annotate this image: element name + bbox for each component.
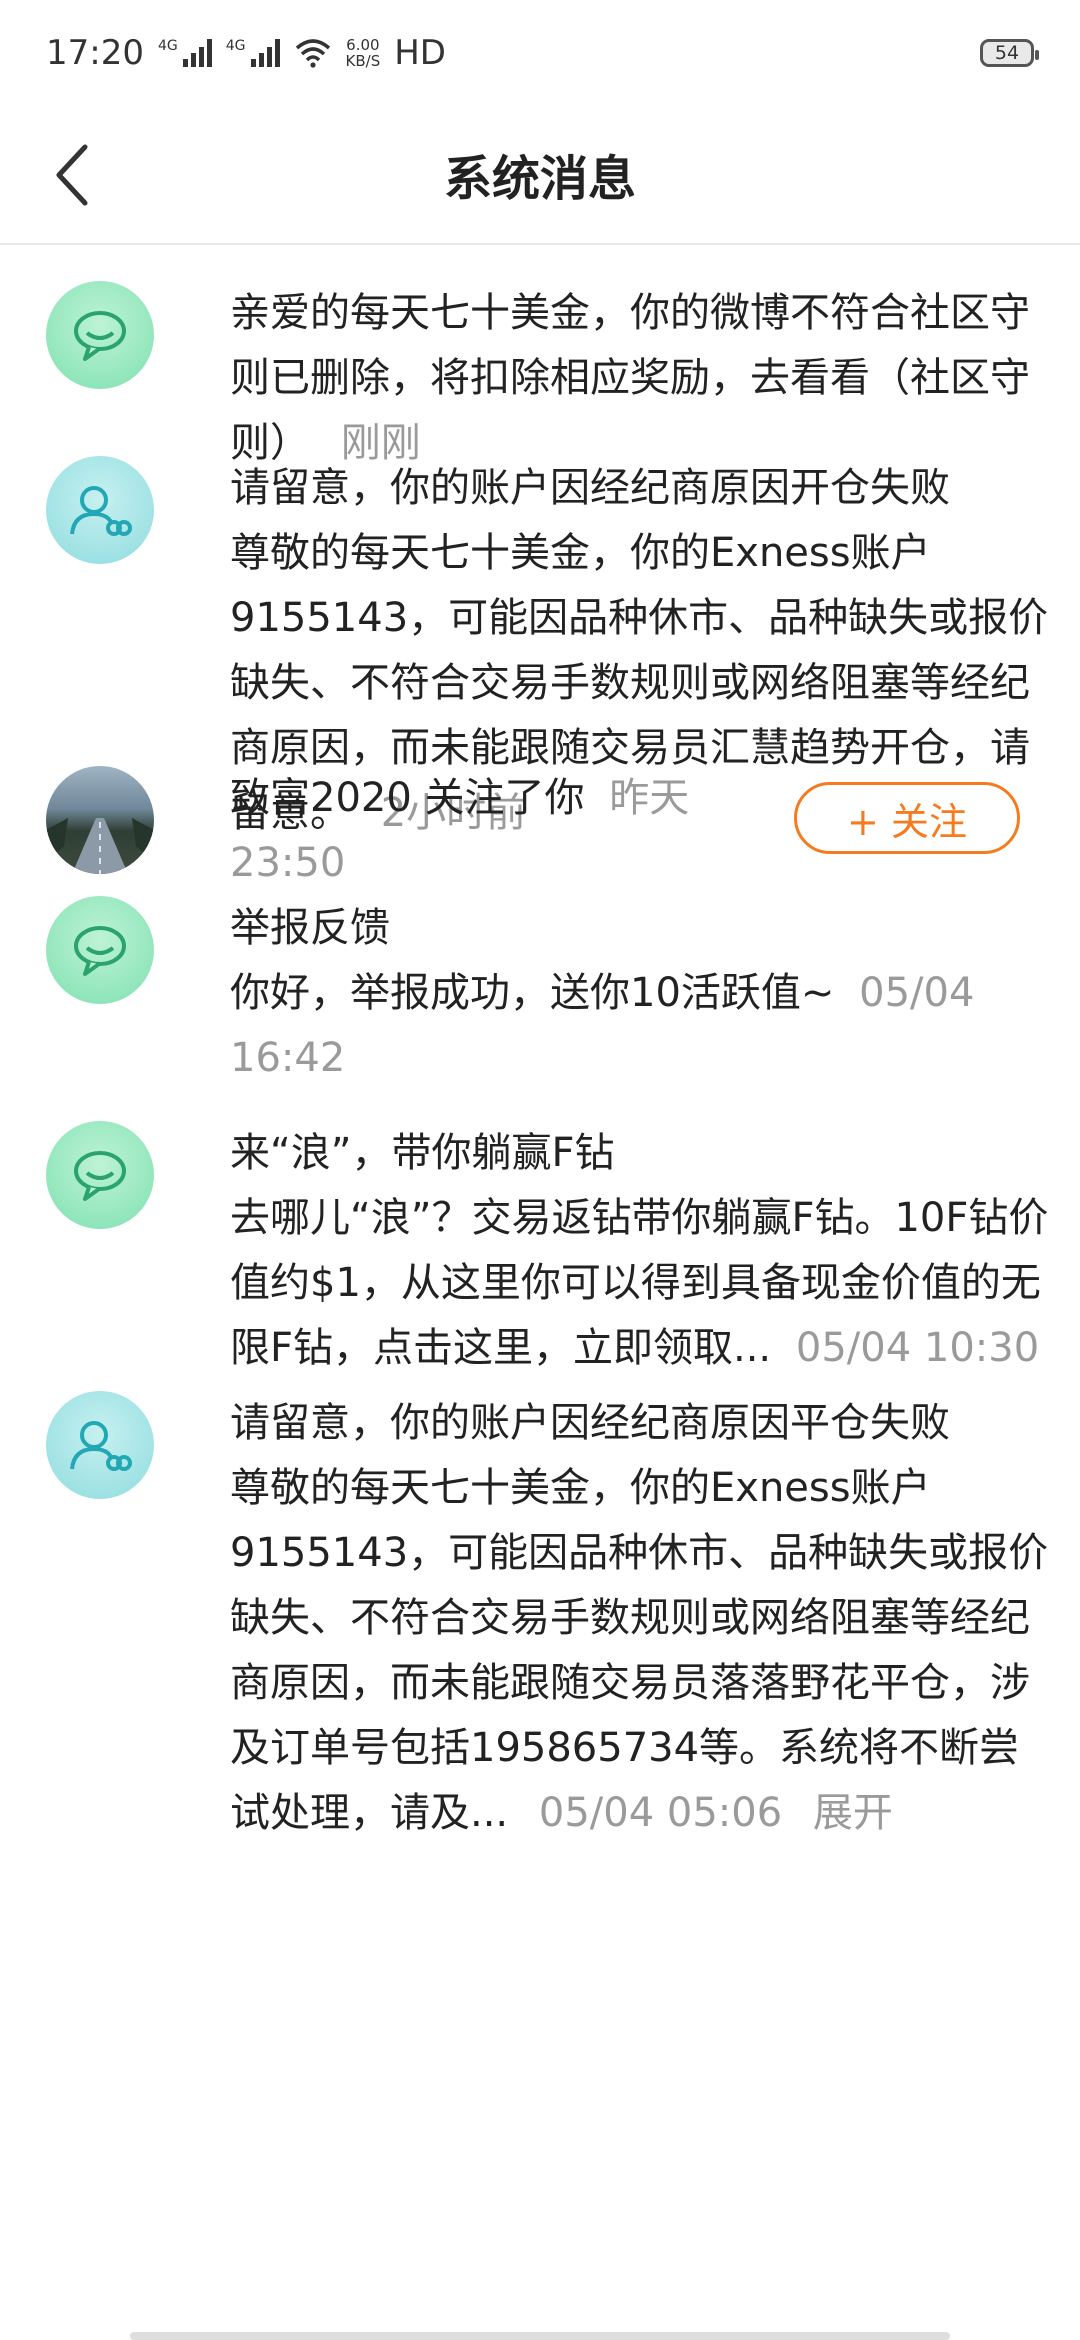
page-title: 系统消息 bbox=[443, 151, 636, 207]
avatar bbox=[46, 1121, 154, 1229]
battery-level: 54 bbox=[994, 41, 1020, 64]
list-item[interactable]: 请留意，你的账户因经纪商原因开仓失败 尊敬的每天七十美金，你的Exness账户9… bbox=[0, 420, 1080, 836]
message-title: 请留意，你的账户因经纪商原因平仓失败 bbox=[230, 1400, 950, 1446]
signal-icon: 4G bbox=[157, 37, 212, 67]
message-content: 举报反馈 你好，举报成功，送你10活跃值~ 05/04 16:42 bbox=[230, 896, 1050, 1085]
message-text: 致富2020 关注了你 bbox=[230, 775, 585, 821]
weibo-chat-icon bbox=[74, 1151, 126, 1201]
battery-icon: 54 bbox=[980, 38, 1039, 67]
hd-indicator: HD bbox=[394, 32, 446, 73]
message-title: 请留意，你的账户因经纪商原因开仓失败 bbox=[230, 465, 950, 511]
message-title: 举报反馈 bbox=[230, 905, 390, 951]
group-icon bbox=[70, 486, 132, 536]
avatar bbox=[46, 456, 154, 564]
speed-unit: KB/S bbox=[345, 51, 381, 70]
message-list: 亲爱的每天七十美金，你的微博不符合社区守则已删除，将扣除相应奖励，去看看（社区守… bbox=[0, 245, 1080, 1836]
status-time: 17:20 bbox=[46, 32, 144, 73]
back-button[interactable] bbox=[38, 135, 108, 215]
list-item[interactable]: 举报反馈 你好，举报成功，送你10活跃值~ 05/04 16:42 bbox=[0, 860, 1080, 1085]
weibo-chat-icon bbox=[74, 311, 126, 361]
net-type-2: 4G bbox=[225, 37, 246, 54]
list-item[interactable]: 亲爱的每天七十美金，你的微博不符合社区守则已删除，将扣除相应奖励，去看看（社区守… bbox=[0, 245, 1080, 466]
list-item[interactable]: 致富2020 关注了你 昨天 23:50 + 关注 bbox=[0, 730, 1080, 886]
status-bar: 17:20 4G 4G 6.00 KB/S HD 54 bbox=[0, 0, 1080, 105]
message-content: 请留意，你的账户因经纪商原因平仓失败 尊敬的每天七十美金，你的Exness账户9… bbox=[230, 1391, 1050, 1836]
follow-button[interactable]: + 关注 bbox=[794, 782, 1020, 854]
signal-icon-2: 4G bbox=[225, 37, 280, 67]
list-item[interactable]: 来“浪”，带你躺赢F钻 去哪儿“浪”？交易返钻带你躺赢F钻。10F钻价值约$1，… bbox=[0, 1085, 1080, 1371]
message-content: 亲爱的每天七十美金，你的微博不符合社区守则已删除，将扣除相应奖励，去看看（社区守… bbox=[230, 281, 1050, 466]
message-text: 尊敬的每天七十美金，你的Exness账户9155143，可能因品种休市、品种缺失… bbox=[230, 1465, 1049, 1836]
status-left: 17:20 4G 4G 6.00 KB/S HD bbox=[46, 33, 446, 73]
message-time: 05/04 05:06 bbox=[538, 1790, 783, 1836]
net-speed: 6.00 KB/S bbox=[346, 37, 381, 69]
message-text: 你好，举报成功，送你10活跃值~ bbox=[230, 970, 835, 1016]
weibo-chat-icon bbox=[74, 926, 126, 976]
expand-link[interactable]: 展开 bbox=[813, 1790, 893, 1836]
message-content: 请留意，你的账户因经纪商原因开仓失败 尊敬的每天七十美金，你的Exness账户9… bbox=[230, 456, 1050, 836]
avatar bbox=[46, 281, 154, 389]
avatar[interactable] bbox=[46, 766, 154, 874]
group-icon bbox=[70, 1421, 132, 1471]
header: 系统消息 bbox=[0, 105, 1080, 245]
message-title: 来“浪”，带你躺赢F钻 bbox=[230, 1130, 615, 1176]
chevron-left-icon bbox=[56, 144, 88, 206]
avatar bbox=[46, 896, 154, 1004]
net-type-1: 4G bbox=[157, 37, 178, 54]
road-photo-icon bbox=[46, 818, 154, 874]
bottom-scroll-indicator bbox=[130, 2332, 950, 2340]
message-content: 来“浪”，带你躺赢F钻 去哪儿“浪”？交易返钻带你躺赢F钻。10F钻价值约$1，… bbox=[230, 1121, 1050, 1371]
list-item[interactable]: 请留意，你的账户因经纪商原因平仓失败 尊敬的每天七十美金，你的Exness账户9… bbox=[0, 1355, 1080, 1836]
speed-value: 6.00 bbox=[346, 35, 380, 54]
wifi-icon bbox=[295, 38, 330, 68]
avatar bbox=[46, 1391, 154, 1499]
